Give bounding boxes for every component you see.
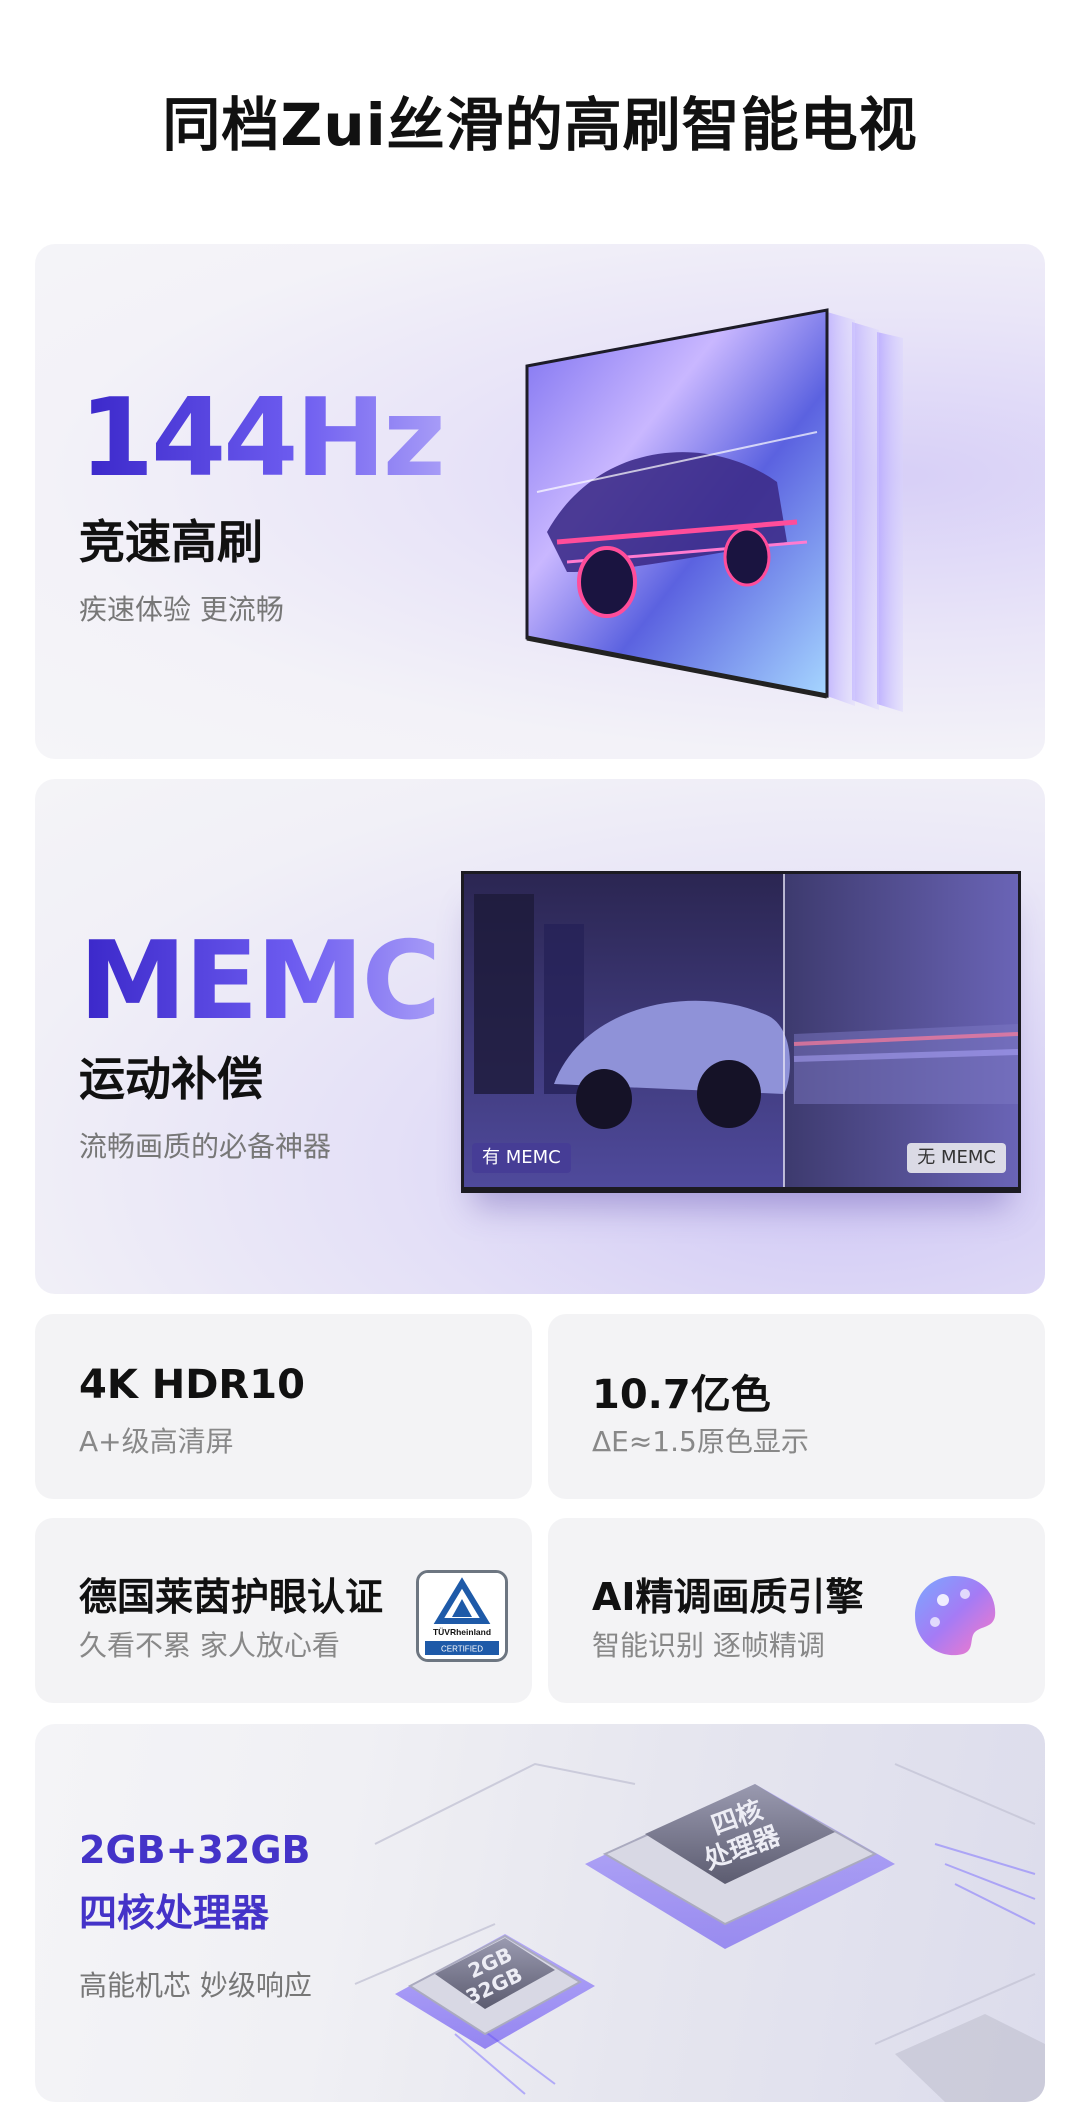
- color-sub: ΔE≈1.5原色显示: [592, 1425, 809, 1458]
- racing-car-tv-image: [525, 308, 903, 712]
- processor-desc: 高能机芯 妙级响应: [79, 1969, 312, 2002]
- tuv-certified-logo: TÜVRheinland CERTIFIED: [416, 1570, 508, 1662]
- memc-off-tag: 无 MEMC: [907, 1143, 1006, 1173]
- page-title: 同档Zui丝滑的高刷智能电视: [162, 91, 918, 159]
- refresh-rate-heading: 竞速高刷: [79, 515, 263, 569]
- tuv-brand-text: TÜVRheinland: [433, 1627, 491, 1637]
- hdr-card: 4K HDR10 A+级高清屏: [35, 1314, 532, 1499]
- eye-care-title: 德国莱茵护眼认证: [79, 1575, 384, 1619]
- memc-heading: 运动补偿: [79, 1052, 263, 1106]
- ai-engine-sub: 智能识别 逐帧精调: [592, 1629, 825, 1662]
- hdr-sub: A+级高清屏: [79, 1425, 234, 1458]
- color-title: 10.7亿色: [592, 1372, 771, 1418]
- processor-memory: 2GB+32GB: [79, 1828, 311, 1872]
- ai-engine-title: AI精调画质引擎: [592, 1575, 864, 1619]
- tuv-certified-text: CERTIFIED: [441, 1645, 483, 1654]
- ai-engine-card: AI精调画质引擎 智能识别 逐帧精调: [548, 1518, 1045, 1703]
- refresh-rate-value: 144Hz: [79, 376, 446, 501]
- car-comparison-image: [464, 874, 1018, 1187]
- processor-card: 2GB+32GB 四核处理器 高能机芯 妙级响应 四核 处理器 2GB 32GB: [35, 1724, 1045, 2102]
- memc-value: MEMC: [79, 919, 441, 1044]
- tuv-triangle-icon: TÜVRheinland CERTIFIED: [419, 1573, 505, 1659]
- chip-illustration: 四核 处理器 2GB 32GB: [354, 1762, 1045, 2102]
- refresh-rate-card: 144Hz 竞速高刷 疾速体验 更流畅: [35, 244, 1045, 759]
- eye-care-sub: 久看不累 家人放心看: [79, 1629, 340, 1662]
- hdr-title: 4K HDR10: [79, 1362, 305, 1408]
- processor-cores: 四核处理器: [79, 1891, 270, 1935]
- memc-on-tag: 有 MEMC: [472, 1143, 571, 1173]
- refresh-rate-desc: 疾速体验 更流畅: [79, 593, 284, 626]
- memc-comparison-tv: 有 MEMC 无 MEMC: [461, 871, 1021, 1193]
- memc-card: MEMC 运动补偿 流畅画质的必备神器 有 MEMC 无 MEMC: [35, 779, 1045, 1294]
- eye-care-card: 德国莱茵护眼认证 久看不累 家人放心看 TÜVRheinland CERTIFI…: [35, 1518, 532, 1703]
- memc-desc: 流畅画质的必备神器: [79, 1130, 332, 1163]
- palette-icon: [915, 1576, 996, 1656]
- color-card: 10.7亿色 ΔE≈1.5原色显示: [548, 1314, 1045, 1499]
